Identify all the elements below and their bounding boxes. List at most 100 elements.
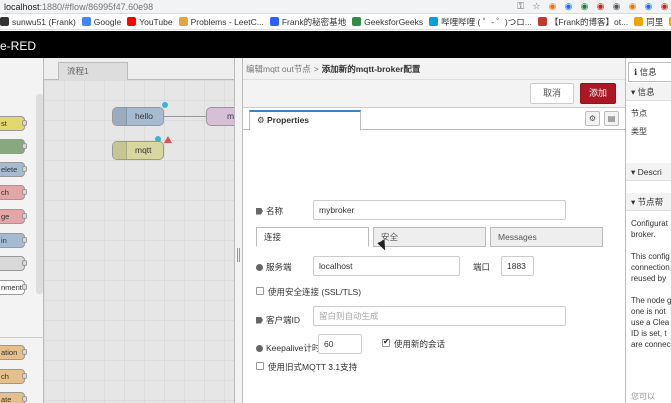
workspace-canvas[interactable]: hello mqtt m xyxy=(44,80,234,403)
description-section-header[interactable]: ▾ Descri xyxy=(626,163,671,181)
bookmark-label: YouTube xyxy=(139,16,173,27)
palette-node-port xyxy=(22,237,27,243)
inject-icon xyxy=(113,108,127,125)
browser-extension-icons: ⚿ ☆ ◉ ◉ ◉ ◉ ◉ ◉ ◉ ◉ xyxy=(516,1,669,11)
port-label: 端口 xyxy=(473,262,491,272)
app-title: e-RED xyxy=(0,39,37,53)
tab-connection[interactable]: 连接 xyxy=(256,227,369,247)
keepalive-input[interactable]: 60 xyxy=(318,334,362,354)
globe-icon xyxy=(256,263,263,271)
mqtt-icon xyxy=(113,142,127,159)
tab-security[interactable]: 安全 xyxy=(373,227,486,247)
tls-checkbox[interactable] xyxy=(256,287,264,295)
extension-icon[interactable]: ◉ xyxy=(612,1,621,11)
breadcrumb-current: 添加新的mqtt-broker配置 xyxy=(321,64,421,74)
extension-icon[interactable]: ◉ xyxy=(580,1,589,11)
url-text[interactable]: localhost:1880/#flow/86995f47.60e98 xyxy=(4,2,153,12)
bookmark-label: GeeksforGeeks xyxy=(364,16,424,27)
bookmark-label: Frank的秘密基地 xyxy=(281,16,347,27)
bookmark-item[interactable]: 同里 xyxy=(634,16,669,28)
bookmark-item[interactable]: sunwu51 (Frank) xyxy=(0,17,82,27)
bookmark-favicon-icon xyxy=(269,17,279,26)
help-text-line: ID is set, t xyxy=(631,329,667,338)
client-id-label: 客户端ID xyxy=(256,314,300,326)
breadcrumb-parent[interactable]: 编辑mqtt out节点 xyxy=(246,64,311,74)
palette-node-port xyxy=(22,120,27,126)
info-section-header[interactable]: ▾ 信息 xyxy=(626,83,671,101)
tag-icon xyxy=(256,207,263,215)
palette-node-port xyxy=(22,373,27,379)
bookmark-label: Problems - LeetC... xyxy=(190,16,264,27)
palette-node-port xyxy=(22,189,27,195)
tray-toolbar: 取消 添加 xyxy=(243,80,625,108)
tab-flow1[interactable]: 流程1 xyxy=(58,62,128,80)
legacy-mqtt-checkbox[interactable] xyxy=(256,362,264,370)
help-text-line: This config xyxy=(631,252,670,261)
palette-node-port xyxy=(22,213,27,219)
palette-node-port xyxy=(22,284,27,290)
legacy-mqtt-label: 使用旧式MQTT 3.1支持 xyxy=(268,362,358,372)
node-changed-indicator xyxy=(162,102,168,108)
bookmark-favicon-icon xyxy=(352,17,362,26)
chevron-down-icon: ▾ xyxy=(631,197,638,207)
inject-node-hello[interactable]: hello xyxy=(112,107,164,126)
bookmark-item[interactable]: 哔哩哔哩 ( ゜- ゜)つロ... xyxy=(429,16,538,28)
connection-tabs: 连接 安全 Messages xyxy=(256,227,603,247)
name-input[interactable]: mybroker xyxy=(313,200,566,220)
port-input[interactable]: 1883 xyxy=(501,256,534,276)
tray-breadcrumb: 编辑mqtt out节点 > 添加新的mqtt-broker配置 xyxy=(243,58,625,80)
settings-gear-button[interactable]: ⚙ xyxy=(585,111,600,126)
bookmark-label: 同里 xyxy=(646,16,664,27)
star-icon[interactable]: ☆ xyxy=(532,1,541,11)
properties-tab-bar: ⚙ Properties ⚙ ▤ xyxy=(243,108,625,131)
cancel-button[interactable]: 取消 xyxy=(530,83,574,104)
add-button[interactable]: 添加 xyxy=(580,83,616,104)
browser-address-bar[interactable]: localhost:1880/#flow/86995f47.60e98 ⚿ ☆ … xyxy=(0,0,671,14)
node-palette: st elete ch ge in nment ation ch ate xyxy=(0,58,44,403)
bookmark-item[interactable]: 【Frank的博客】ot... xyxy=(537,16,634,28)
tab-messages[interactable]: Messages xyxy=(490,227,603,247)
extension-icon[interactable]: ◉ xyxy=(628,1,637,11)
help-text-line: reused by xyxy=(631,274,667,283)
clock-icon xyxy=(256,344,263,352)
tab-info[interactable]: ℹ 信息 xyxy=(628,62,671,82)
editor-resize-handle[interactable] xyxy=(234,58,243,403)
chevron-down-icon: ▾ xyxy=(631,167,638,177)
clean-session-checkbox[interactable] xyxy=(382,337,390,347)
mqtt-node[interactable]: mqtt xyxy=(112,141,164,160)
tab-properties[interactable]: ⚙ Properties xyxy=(249,110,361,131)
client-id-input[interactable]: 留白则自动生成 xyxy=(313,306,566,326)
extension-icon[interactable]: ◉ xyxy=(548,1,557,11)
bookmark-item[interactable]: Problems - LeetC... xyxy=(178,16,270,27)
palette-divider xyxy=(0,337,44,338)
info-row-node: 节点 xyxy=(631,109,647,118)
bookmark-item[interactable]: Google xyxy=(81,17,127,27)
chevron-down-icon: ▾ xyxy=(631,87,638,97)
server-input[interactable]: localhost xyxy=(313,256,460,276)
bookmark-label: sunwu51 (Frank) xyxy=(12,16,76,27)
broker-config-form: 名称 mybroker 连接 安全 Messages 服务端 localhost… xyxy=(243,130,625,403)
bookmarks-bar: sunwu51 (Frank) Google YouTube Problems - L… xyxy=(0,14,671,30)
palette-scrollbar[interactable] xyxy=(36,94,43,294)
wire xyxy=(164,116,206,117)
palette-node-port xyxy=(22,166,27,172)
breadcrumb-separator: > xyxy=(313,64,319,74)
bookmark-item[interactable]: GeeksforGeeks xyxy=(352,17,429,27)
extension-icon[interactable]: ◉ xyxy=(596,1,605,11)
sidebar-footer: 您可以 xyxy=(631,392,655,401)
extension-icon[interactable]: ◉ xyxy=(564,1,573,11)
bookmark-favicon-icon xyxy=(81,17,91,26)
bookmark-item[interactable]: Frank的秘密基地 xyxy=(269,16,352,28)
extension-icon[interactable]: ◉ xyxy=(660,1,669,11)
bookmark-item[interactable]: YouTube xyxy=(127,17,178,27)
mqtt-out-node[interactable]: m xyxy=(206,107,234,126)
extension-icon[interactable]: ◉ xyxy=(644,1,653,11)
help-text-line: The node g xyxy=(631,296,671,305)
bookmark-label: 【Frank的博客】ot... xyxy=(549,16,629,27)
help-section-header[interactable]: ▾ 节点帮 xyxy=(626,193,671,211)
key-icon[interactable]: ⚿ xyxy=(516,1,525,11)
palette-node-port xyxy=(22,396,27,402)
description-button[interactable]: ▤ xyxy=(604,111,619,126)
help-text-line: broker. xyxy=(631,230,656,239)
app-header: e-RED xyxy=(0,31,671,58)
